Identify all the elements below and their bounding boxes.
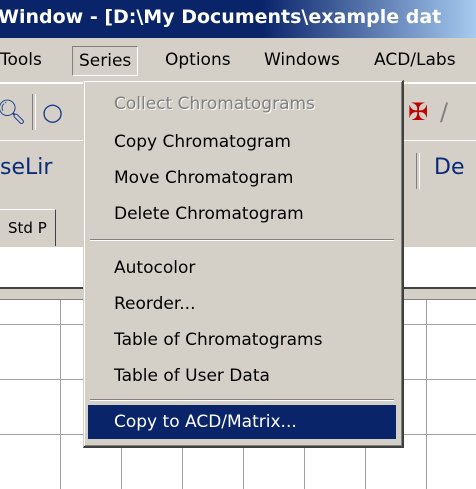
peak-marker-icon[interactable]: ✠ bbox=[408, 98, 428, 126]
menu-acdlabs[interactable]: ACD/Labs bbox=[374, 46, 456, 74]
menu-tools[interactable]: Tools bbox=[0, 46, 42, 74]
menu-options[interactable]: Options bbox=[165, 46, 231, 74]
menu-item-autocolor[interactable]: Autocolor bbox=[88, 251, 396, 285]
series-menu-dropdown: Collect Chromatograms Copy Chromatogram … bbox=[83, 80, 404, 448]
menu-item-table-of-chromatograms[interactable]: Table of Chromatograms bbox=[88, 323, 396, 357]
menu-separator bbox=[90, 399, 394, 401]
tab-std-peaks[interactable]: Std P bbox=[0, 209, 56, 246]
menu-separator bbox=[90, 239, 394, 241]
zoom-icon[interactable]: 🔍︎ bbox=[0, 98, 26, 126]
menu-item-copy-to-acd-matrix[interactable]: Copy to ACD/Matrix... bbox=[88, 405, 396, 439]
detect-button[interactable]: De bbox=[434, 155, 464, 180]
title-bar: Window - [D:\My Documents\example dat bbox=[0, 0, 476, 38]
menu-item-table-of-user-data[interactable]: Table of User Data bbox=[88, 359, 396, 393]
toolbar-separator bbox=[416, 153, 420, 189]
menu-bar: Tools Series Options Windows ACD/Labs bbox=[0, 38, 476, 83]
baseline-icon[interactable]: ∕ bbox=[440, 98, 448, 126]
window-title: Window - [D:\My Documents\example dat bbox=[0, 6, 442, 28]
menu-item-delete-chromatogram[interactable]: Delete Chromatogram bbox=[88, 197, 396, 231]
menu-item-copy-chromatogram[interactable]: Copy Chromatogram bbox=[88, 125, 396, 159]
toolbar-separator bbox=[32, 94, 36, 130]
pan-icon[interactable]: ○ bbox=[42, 98, 63, 126]
baseline-button[interactable]: seLir bbox=[0, 155, 52, 180]
menu-item-reorder[interactable]: Reorder... bbox=[88, 287, 396, 321]
menu-item-move-chromatogram[interactable]: Move Chromatogram bbox=[88, 161, 396, 195]
menu-item-collect-chromatograms: Collect Chromatograms bbox=[114, 94, 315, 114]
menu-windows[interactable]: Windows bbox=[264, 46, 340, 74]
menu-series[interactable]: Series bbox=[72, 46, 139, 76]
